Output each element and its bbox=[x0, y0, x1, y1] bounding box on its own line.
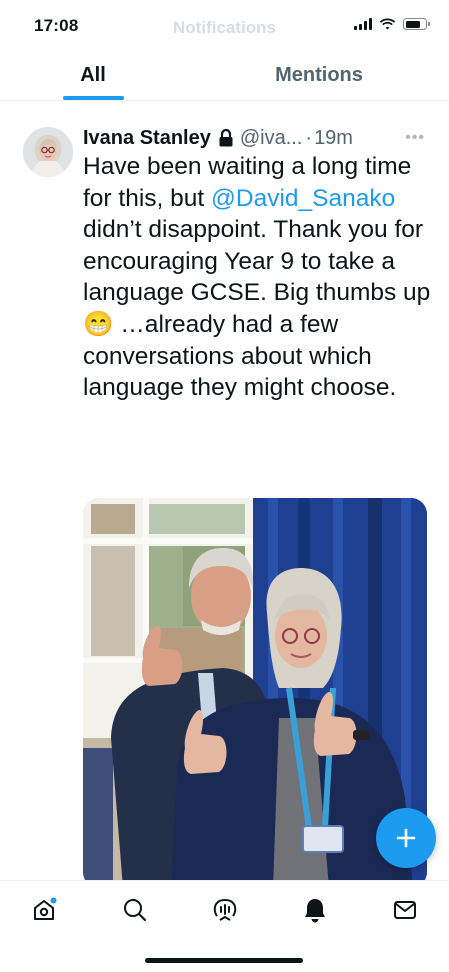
notification-tabs: All Mentions bbox=[0, 50, 449, 101]
tweet-text: Have been waiting a long time for this, … bbox=[83, 151, 433, 404]
more-dots-icon[interactable]: ••• bbox=[405, 129, 425, 147]
cellular-signal-icon bbox=[354, 18, 372, 30]
notification-badge bbox=[50, 897, 57, 904]
notification-tweet[interactable]: Ivana Stanley @iva... · 19m ••• Have bee… bbox=[0, 101, 449, 881]
home-icon bbox=[34, 897, 57, 920]
notifications-bell-icon bbox=[305, 899, 325, 923]
compose-button[interactable] bbox=[376, 808, 436, 868]
tweet-text-part: didn’t disappoint. Thank you for encoura… bbox=[83, 216, 431, 402]
lock-icon bbox=[219, 128, 233, 147]
messages-icon bbox=[394, 901, 416, 919]
author-name[interactable]: Ivana Stanley bbox=[83, 127, 211, 150]
nav-messages[interactable] bbox=[390, 895, 420, 925]
active-tab-indicator bbox=[63, 96, 124, 100]
battery-icon bbox=[403, 18, 430, 30]
home-indicator[interactable] bbox=[145, 958, 303, 963]
author-handle[interactable]: @iva... bbox=[240, 127, 303, 150]
status-time: 17:08 bbox=[34, 16, 79, 35]
tweet-photo[interactable] bbox=[83, 498, 427, 881]
tweet-time: 19m bbox=[314, 126, 353, 149]
status-icons bbox=[354, 18, 430, 30]
wifi-icon bbox=[379, 18, 396, 30]
nav-search[interactable] bbox=[120, 895, 150, 925]
spaces-icon bbox=[213, 899, 237, 921]
nav-notifications[interactable] bbox=[300, 895, 330, 925]
plus-icon bbox=[396, 828, 416, 848]
tweet-header: Ivana Stanley @iva... · 19m bbox=[83, 125, 435, 151]
separator-dot: · bbox=[305, 126, 313, 149]
tab-mentions[interactable]: Mentions bbox=[240, 50, 398, 100]
avatar[interactable] bbox=[23, 127, 73, 177]
status-bar: Notifications 17:08 bbox=[0, 0, 449, 50]
tab-all[interactable]: All bbox=[34, 50, 152, 100]
nav-spaces[interactable] bbox=[210, 895, 240, 925]
mention-link[interactable]: @David_Sanako bbox=[211, 185, 395, 212]
nav-home[interactable] bbox=[29, 895, 59, 925]
search-icon bbox=[124, 899, 147, 922]
